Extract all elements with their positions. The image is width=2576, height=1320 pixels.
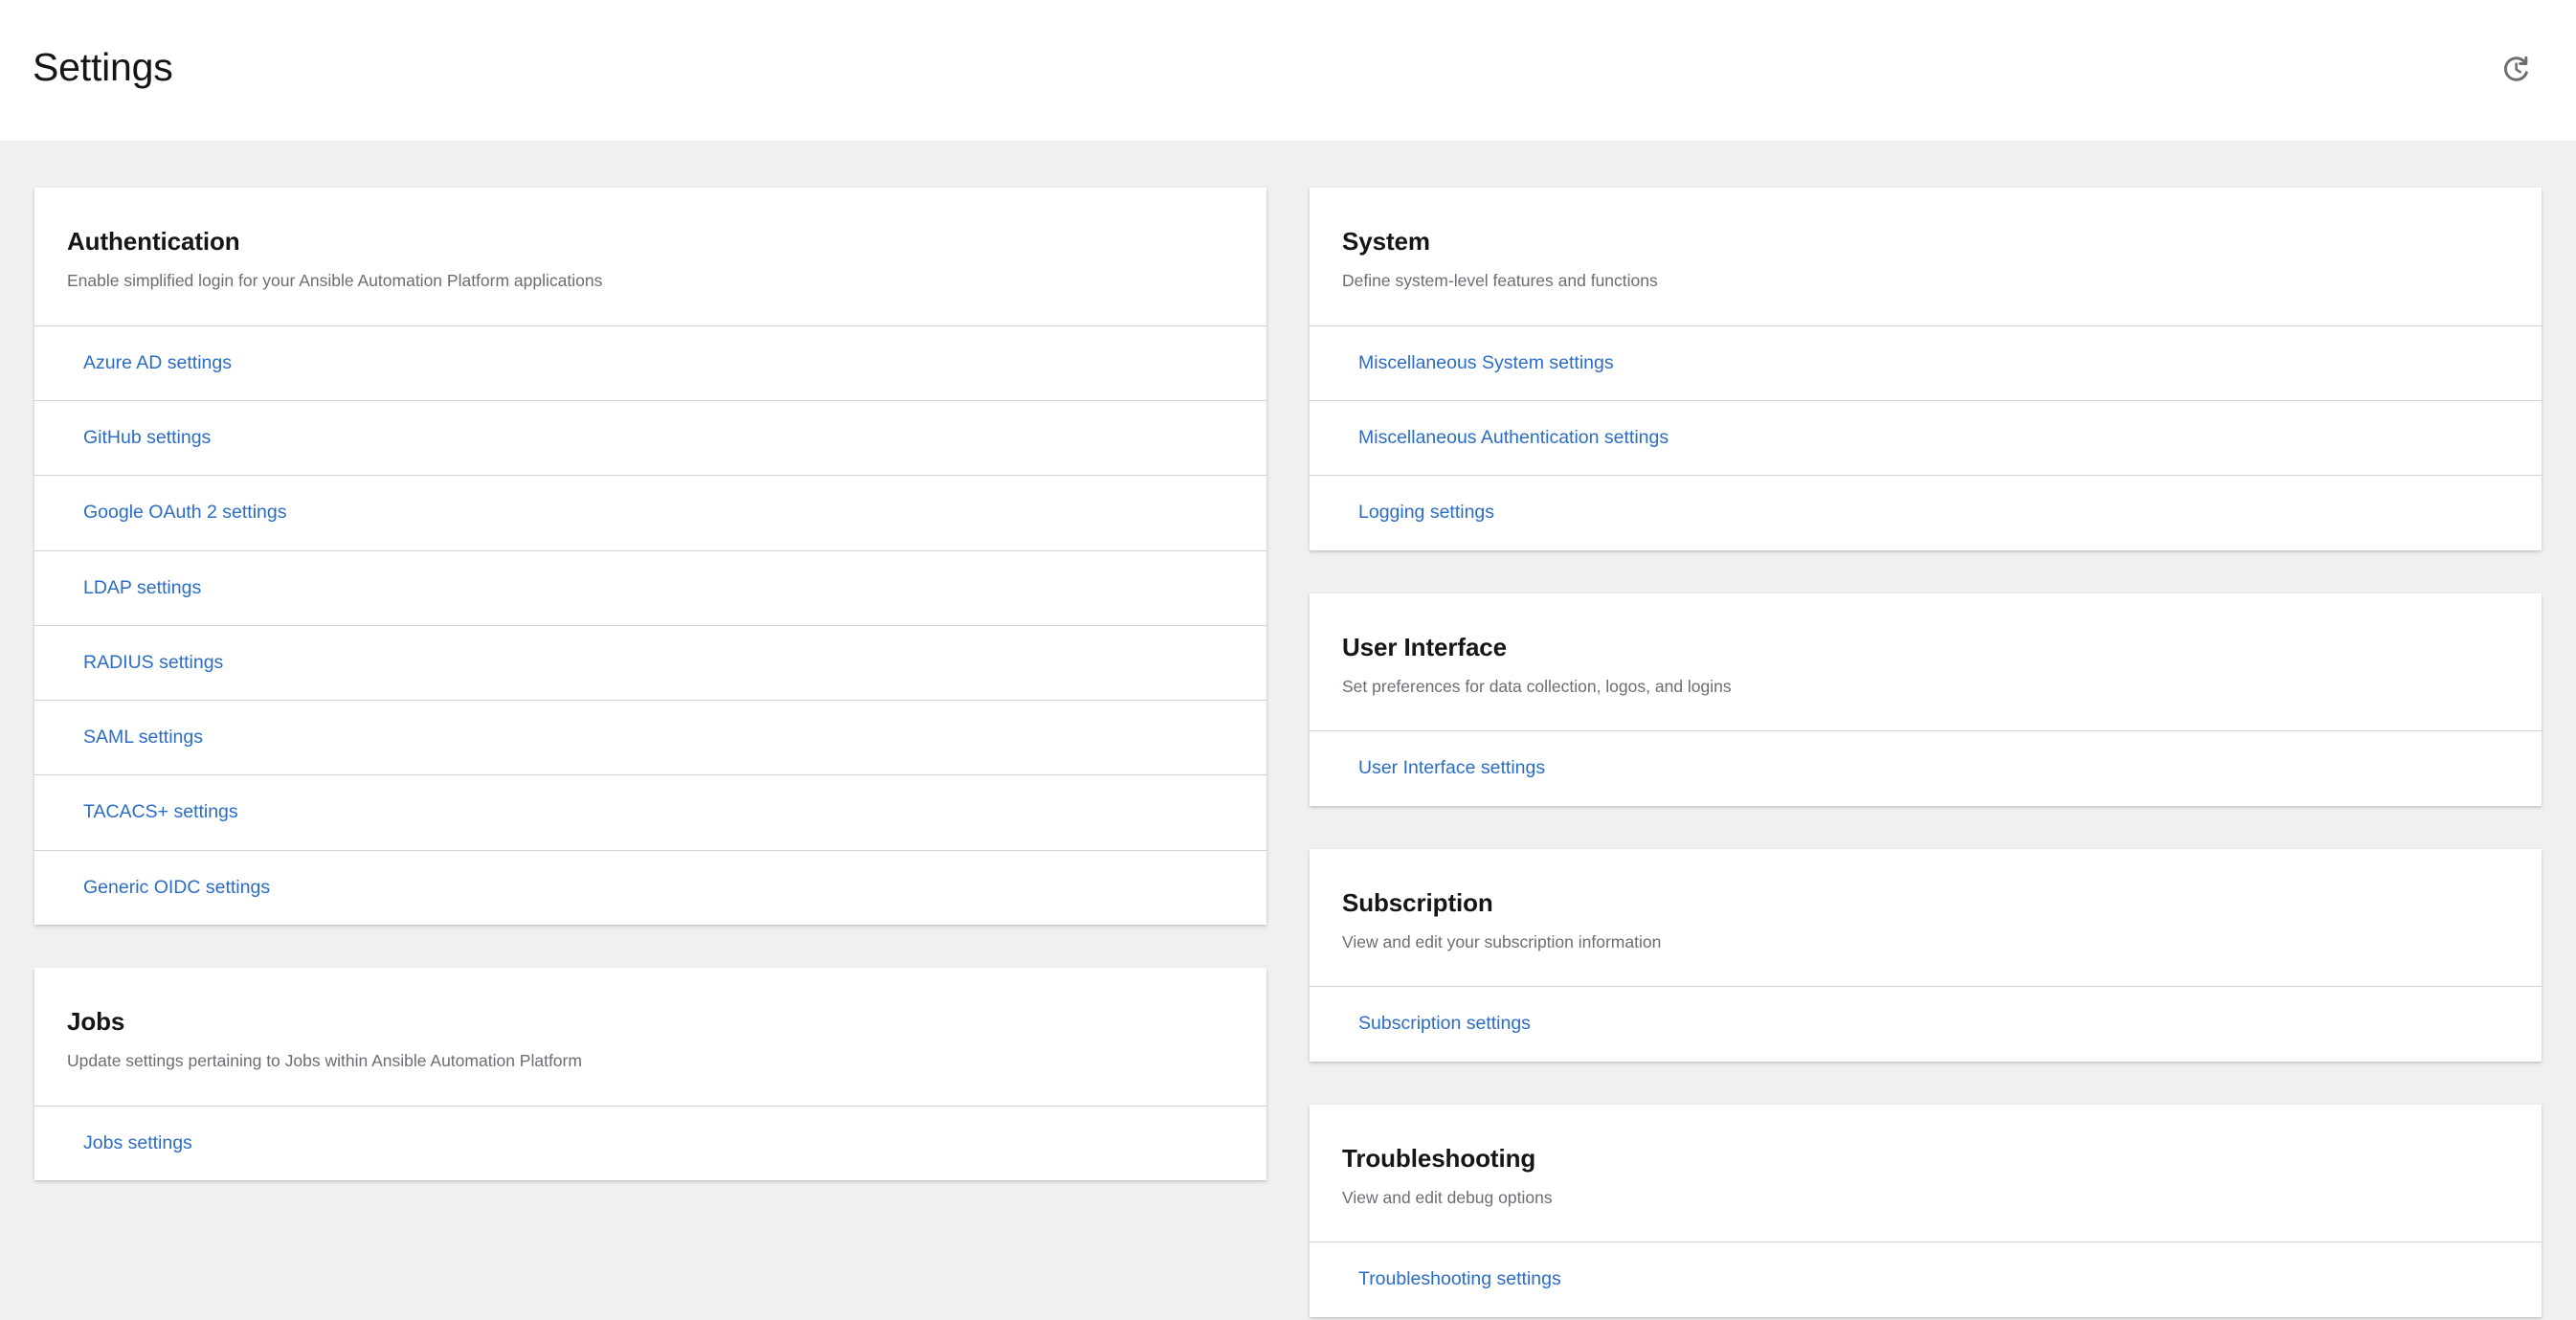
card-description: Set preferences for data collection, log… bbox=[1342, 676, 1732, 696]
history-button[interactable] bbox=[2490, 43, 2542, 95]
list-item: Azure AD settings bbox=[34, 324, 1266, 400]
settings-link-google-oauth2[interactable]: Google OAuth 2 settings bbox=[34, 476, 1266, 549]
card-link-list: Jobs settings bbox=[34, 1105, 1266, 1180]
settings-link-logging[interactable]: Logging settings bbox=[1310, 476, 2542, 549]
card-description: Define system-level features and functio… bbox=[1342, 271, 1658, 291]
card-header: User Interface Set preferences for data … bbox=[1310, 593, 2542, 731]
settings-card-subscription: Subscription View and edit your subscrip… bbox=[1310, 848, 2542, 1062]
settings-link-radius[interactable]: RADIUS settings bbox=[34, 626, 1266, 700]
list-item: Troubleshooting settings bbox=[1310, 1242, 2542, 1316]
card-description: Enable simplified login for your Ansible… bbox=[67, 271, 603, 291]
settings-link-github[interactable]: GitHub settings bbox=[34, 401, 1266, 475]
card-header: Authentication Enable simplified login f… bbox=[34, 188, 1266, 325]
card-link-list: Azure AD settings GitHub settings Google… bbox=[34, 324, 1266, 925]
card-header: Subscription View and edit your subscrip… bbox=[1310, 849, 2542, 987]
settings-card-authentication: Authentication Enable simplified login f… bbox=[34, 188, 1266, 926]
card-description: Update settings pertaining to Jobs withi… bbox=[67, 1051, 582, 1071]
settings-link-subscription[interactable]: Subscription settings bbox=[1310, 987, 2542, 1061]
card-header: Troubleshooting View and edit debug opti… bbox=[1310, 1105, 2542, 1242]
card-title: Subscription bbox=[1342, 887, 1493, 917]
card-header: System Define system-level features and … bbox=[1310, 188, 2542, 325]
page-title: Settings bbox=[33, 44, 173, 89]
header-actions bbox=[2490, 43, 2542, 99]
settings-card-user-interface: User Interface Set preferences for data … bbox=[1310, 593, 2542, 806]
settings-card-troubleshooting: Troubleshooting View and edit debug opti… bbox=[1310, 1104, 2542, 1317]
list-item: TACACS+ settings bbox=[34, 774, 1266, 849]
list-item: SAML settings bbox=[34, 700, 1266, 774]
settings-link-user-interface[interactable]: User Interface settings bbox=[1310, 731, 2542, 805]
settings-link-azure-ad[interactable]: Azure AD settings bbox=[34, 326, 1266, 400]
settings-card-jobs: Jobs Update settings pertaining to Jobs … bbox=[34, 968, 1266, 1181]
settings-link-misc-authentication[interactable]: Miscellaneous Authentication settings bbox=[1310, 401, 2542, 475]
list-item: User Interface settings bbox=[1310, 730, 2542, 805]
card-title: Jobs bbox=[67, 1007, 125, 1037]
list-item: Miscellaneous Authentication settings bbox=[1310, 399, 2542, 475]
page-header: Settings bbox=[0, 0, 2576, 141]
settings-link-misc-system[interactable]: Miscellaneous System settings bbox=[1310, 326, 2542, 400]
card-title: Troubleshooting bbox=[1342, 1143, 1536, 1173]
card-description: View and edit your subscription informat… bbox=[1342, 931, 1662, 951]
settings-content: Authentication Enable simplified login f… bbox=[0, 141, 2576, 1320]
settings-link-troubleshooting[interactable]: Troubleshooting settings bbox=[1310, 1242, 2542, 1316]
settings-link-ldap[interactable]: LDAP settings bbox=[34, 551, 1266, 625]
card-description: View and edit debug options bbox=[1342, 1187, 1553, 1207]
settings-link-tacacs[interactable]: TACACS+ settings bbox=[34, 775, 1266, 849]
settings-link-generic-oidc[interactable]: Generic OIDC settings bbox=[34, 851, 1266, 925]
settings-link-saml[interactable]: SAML settings bbox=[34, 701, 1266, 774]
settings-column-left: Authentication Enable simplified login f… bbox=[34, 188, 1266, 1181]
settings-column-right: System Define system-level features and … bbox=[1310, 188, 2542, 1317]
settings-card-system: System Define system-level features and … bbox=[1310, 188, 2542, 550]
list-item: LDAP settings bbox=[34, 549, 1266, 625]
list-item: Subscription settings bbox=[1310, 986, 2542, 1061]
card-link-list: Subscription settings bbox=[1310, 986, 2542, 1061]
list-item: Jobs settings bbox=[34, 1105, 1266, 1180]
card-title: System bbox=[1342, 227, 1430, 256]
list-item: Logging settings bbox=[1310, 475, 2542, 549]
card-title: User Interface bbox=[1342, 632, 1508, 661]
card-link-list: Troubleshooting settings bbox=[1310, 1242, 2542, 1316]
settings-link-jobs[interactable]: Jobs settings bbox=[34, 1107, 1266, 1180]
card-title: Authentication bbox=[67, 227, 240, 256]
list-item: Google OAuth 2 settings bbox=[34, 475, 1266, 549]
history-icon bbox=[2499, 53, 2532, 85]
list-item: GitHub settings bbox=[34, 399, 1266, 475]
card-link-list: Miscellaneous System settings Miscellane… bbox=[1310, 324, 2542, 550]
list-item: Generic OIDC settings bbox=[34, 849, 1266, 925]
card-header: Jobs Update settings pertaining to Jobs … bbox=[34, 968, 1266, 1106]
list-item: Miscellaneous System settings bbox=[1310, 324, 2542, 400]
card-link-list: User Interface settings bbox=[1310, 730, 2542, 805]
list-item: RADIUS settings bbox=[34, 624, 1266, 700]
